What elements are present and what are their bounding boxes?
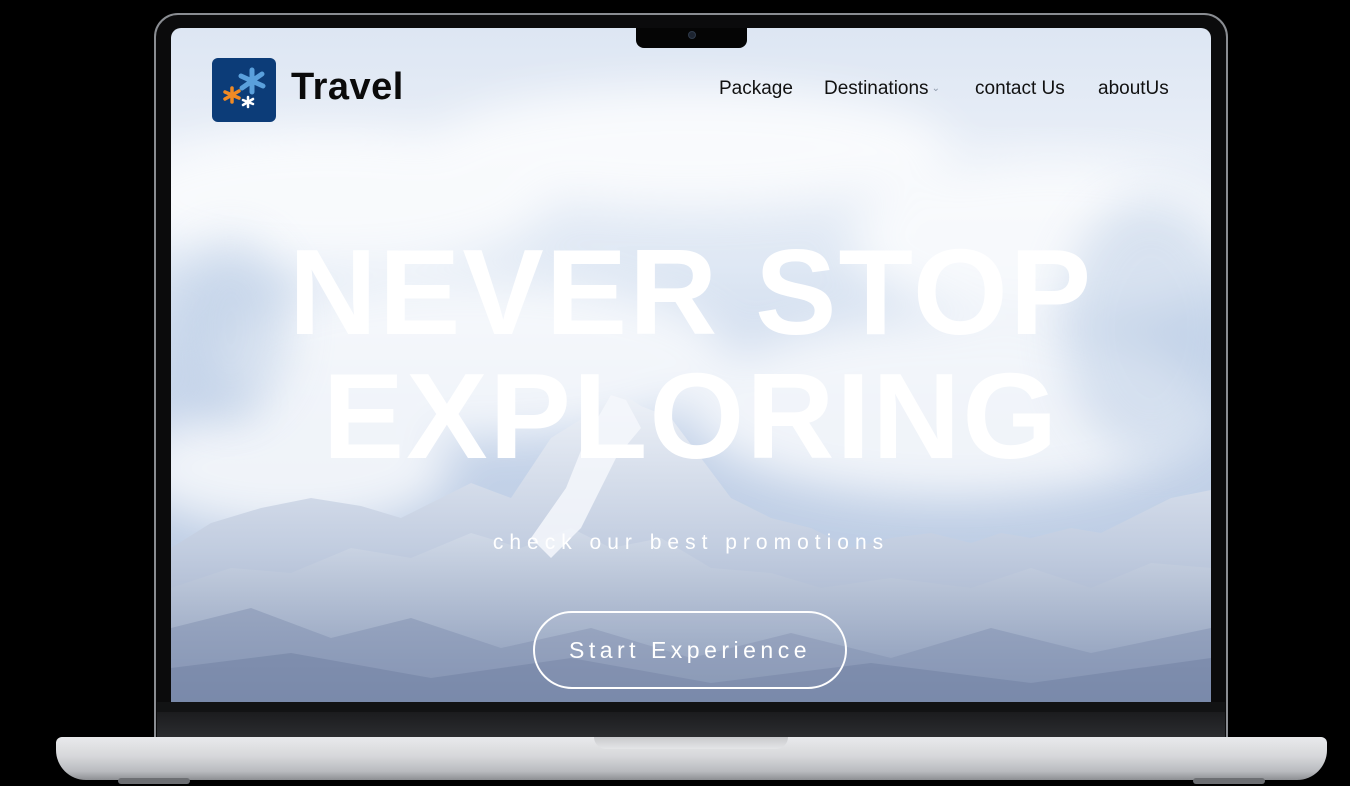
brand-name[interactable]: Travel bbox=[291, 66, 404, 109]
lid-opening-notch bbox=[594, 737, 788, 749]
hero-title-line-2: EXPLORING bbox=[322, 348, 1060, 484]
nav-item-destinations[interactable]: Destinations ⌄ bbox=[824, 78, 940, 100]
browser-viewport: Travel Package Destinations ⌄ contact Us … bbox=[171, 28, 1211, 702]
laptop-foot-left bbox=[118, 778, 190, 784]
camera-notch bbox=[636, 28, 747, 48]
brand-logo[interactable] bbox=[212, 58, 276, 122]
laptop-foot-right bbox=[1193, 778, 1265, 784]
nav-item-destinations-label: Destinations bbox=[824, 78, 929, 99]
hero-title-line-1: NEVER STOP bbox=[288, 224, 1094, 360]
nav-item-package[interactable]: Package bbox=[719, 78, 793, 100]
start-experience-button[interactable]: Start Experience bbox=[533, 611, 847, 689]
chevron-down-icon: ⌄ bbox=[931, 83, 940, 95]
nav-item-contact[interactable]: contact Us bbox=[975, 78, 1065, 100]
hero-subtitle: check our best promotions bbox=[492, 531, 890, 554]
laptop-base bbox=[56, 737, 1327, 784]
star-burst-logo-icon bbox=[223, 67, 266, 109]
nav-item-about[interactable]: aboutUs bbox=[1098, 78, 1169, 100]
laptop-hinge bbox=[157, 712, 1225, 738]
webcam-icon bbox=[688, 31, 696, 39]
